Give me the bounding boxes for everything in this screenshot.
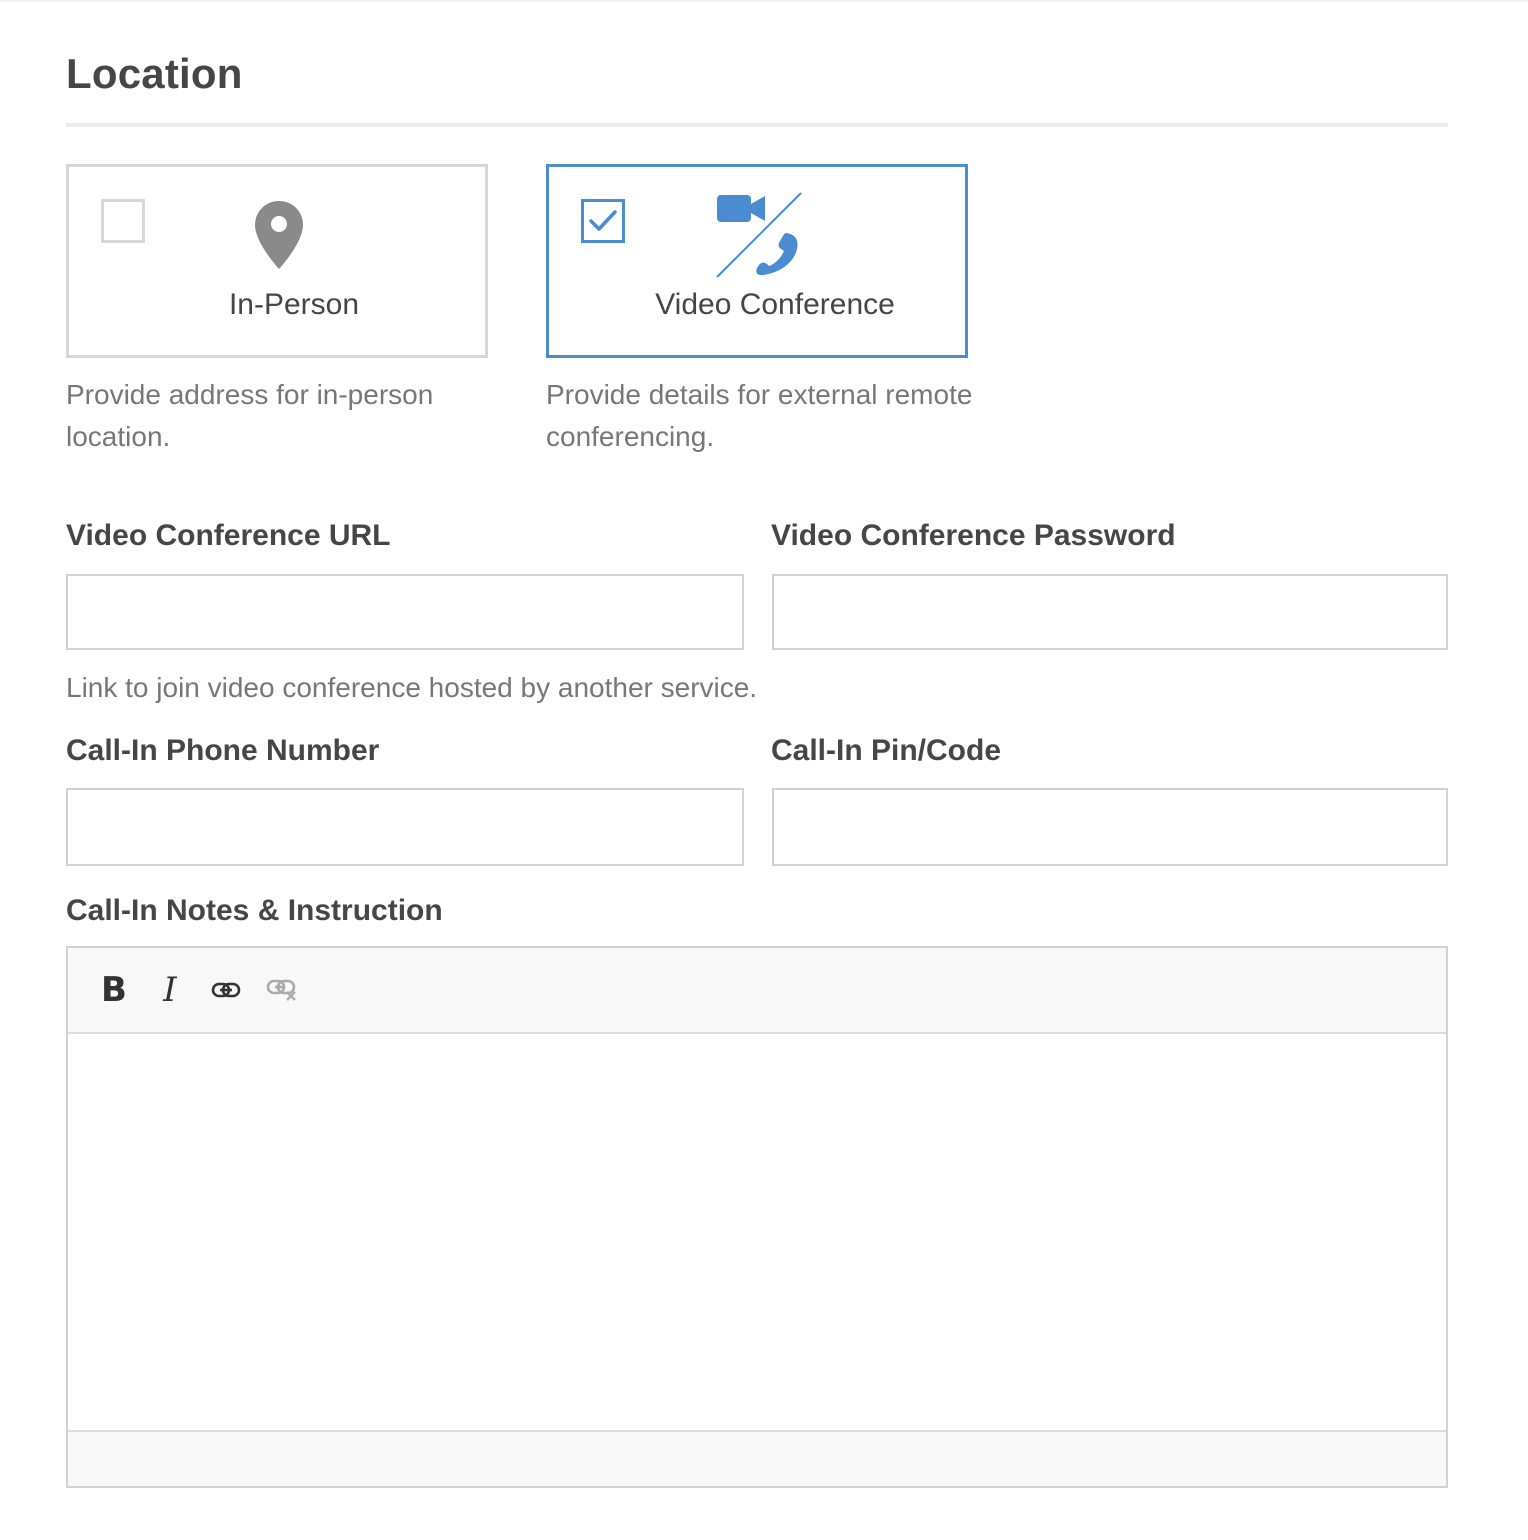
in-person-checkbox[interactable] bbox=[101, 199, 145, 243]
unlink-button[interactable] bbox=[260, 966, 304, 1014]
notes-rich-text-editor: B I bbox=[66, 946, 1448, 1488]
video-conference-checkbox[interactable] bbox=[581, 199, 625, 243]
video-conference-description: Provide details for external remote conf… bbox=[546, 379, 973, 452]
in-person-description: Provide address for in-person location. bbox=[66, 379, 434, 452]
in-person-option-card[interactable]: In-Person bbox=[66, 164, 488, 358]
italic-button[interactable]: I bbox=[148, 966, 192, 1014]
map-pin-icon bbox=[255, 201, 303, 269]
unlink-icon bbox=[266, 979, 296, 1001]
section-title: Location bbox=[66, 50, 243, 97]
video-password-label: Video Conference Password bbox=[771, 519, 1176, 552]
video-url-label: Video Conference URL bbox=[66, 519, 391, 552]
editor-statusbar bbox=[68, 1430, 1446, 1486]
bold-button[interactable]: B bbox=[92, 966, 136, 1014]
section-divider bbox=[66, 123, 1448, 127]
notes-editor-body[interactable] bbox=[68, 1034, 1446, 1434]
video-conference-label: Video Conference bbox=[655, 288, 895, 321]
phone-number-label: Call-In Phone Number bbox=[66, 734, 380, 767]
video-phone-icon bbox=[716, 192, 802, 278]
video-url-input[interactable] bbox=[66, 574, 744, 650]
pin-code-input[interactable] bbox=[772, 788, 1448, 866]
phone-number-input[interactable] bbox=[66, 788, 744, 866]
video-url-help: Link to join video conference hosted by … bbox=[66, 672, 758, 703]
pin-code-label: Call-In Pin/Code bbox=[771, 734, 1002, 767]
video-conference-option-card[interactable]: Video Conference bbox=[546, 164, 968, 358]
video-password-input[interactable] bbox=[772, 574, 1448, 650]
notes-label: Call-In Notes & Instruction bbox=[66, 894, 443, 927]
checkmark-icon bbox=[589, 210, 617, 231]
editor-toolbar: B I bbox=[68, 948, 1446, 1034]
link-icon bbox=[211, 982, 241, 998]
link-button[interactable] bbox=[204, 966, 248, 1014]
in-person-label: In-Person bbox=[228, 288, 360, 321]
